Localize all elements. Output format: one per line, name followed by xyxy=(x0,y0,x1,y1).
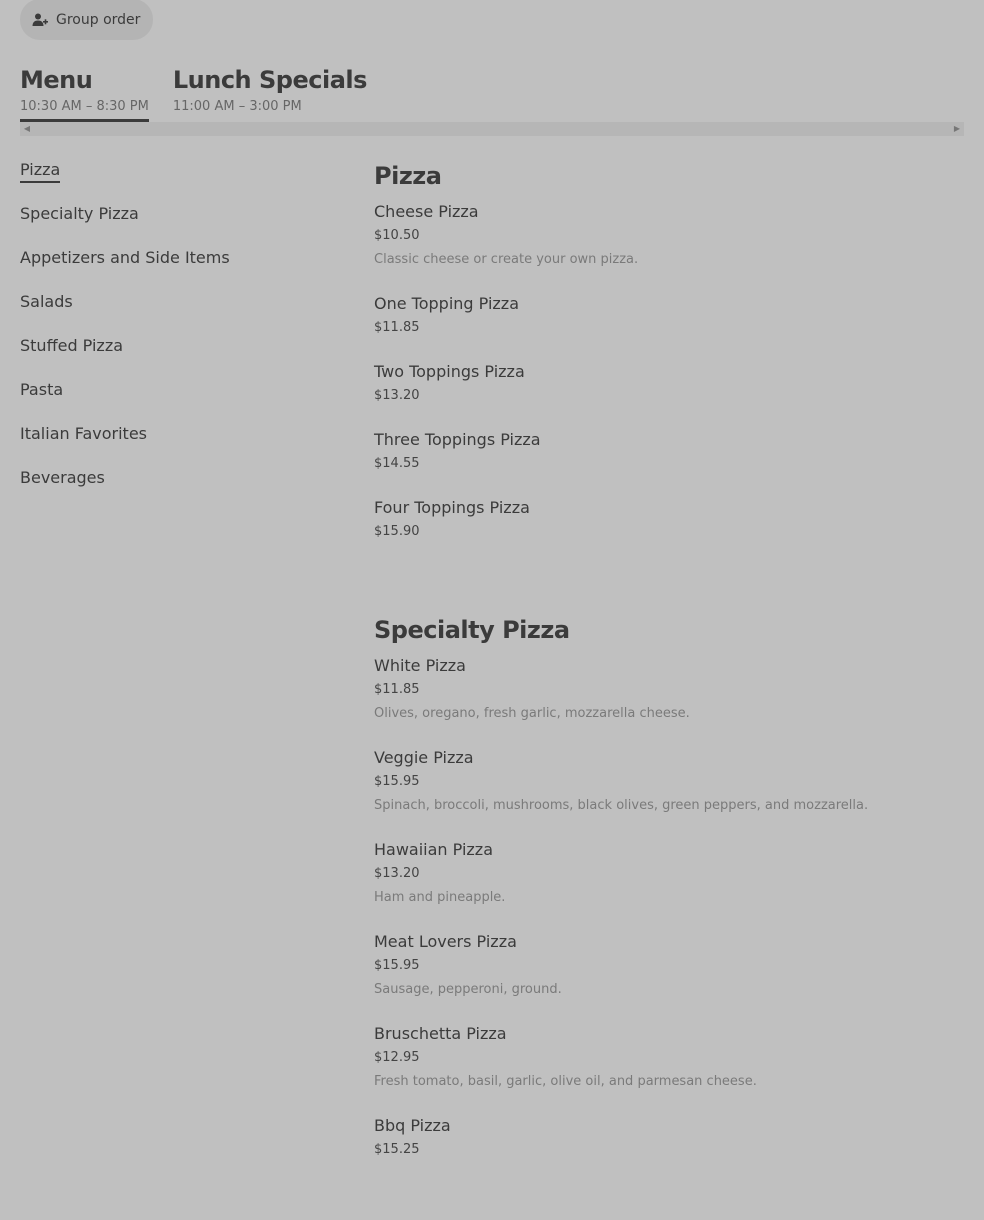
sidebar-item-salads[interactable]: Salads xyxy=(20,290,230,334)
menu-item-price: $14.55 xyxy=(374,456,420,471)
menu-item-description: Classic cheese or create your own pizza. xyxy=(374,252,639,267)
menu-tabs: Menu 10:30 AM – 8:30 PM Lunch Specials 1… xyxy=(20,64,391,123)
menu-item-name: Hawaiian Pizza xyxy=(374,840,493,859)
menu-item[interactable]: Cheese Pizza $10.50 Classic cheese or cr… xyxy=(374,202,964,268)
tab-hours: 10:30 AM – 8:30 PM xyxy=(20,99,149,114)
sidebar-item-pasta[interactable]: Pasta xyxy=(20,378,230,422)
sidebar-item-stuffed-pizza[interactable]: Stuffed Pizza xyxy=(20,334,230,378)
sidebar-item-label: Specialty Pizza xyxy=(20,204,139,223)
sidebar-item-appetizers[interactable]: Appetizers and Side Items xyxy=(20,246,230,290)
menu-item-price: $13.20 xyxy=(374,388,420,403)
sidebar-item-italian-favorites[interactable]: Italian Favorites xyxy=(20,422,230,466)
menu-item-name: Cheese Pizza xyxy=(374,202,479,221)
sidebar-item-label: Beverages xyxy=(20,468,105,487)
menu-item-name: Meat Lovers Pizza xyxy=(374,932,517,951)
tab-lunch-specials[interactable]: Lunch Specials 11:00 AM – 3:00 PM xyxy=(172,64,368,123)
menu-item-description: Spinach, broccoli, mushrooms, black oliv… xyxy=(374,798,869,813)
tab-menu[interactable]: Menu 10:30 AM – 8:30 PM xyxy=(20,64,149,123)
menu-item[interactable]: Four Toppings Pizza $15.90 xyxy=(374,498,964,540)
menu-item[interactable]: Bbq Pizza $15.25 xyxy=(374,1116,964,1158)
menu-item-price: $15.90 xyxy=(374,524,420,539)
menu-item-description: Ham and pineapple. xyxy=(374,890,506,905)
sidebar-item-label: Stuffed Pizza xyxy=(20,336,124,355)
menu-item-price: $15.95 xyxy=(374,958,420,973)
menu-item[interactable]: One Topping Pizza $11.85 xyxy=(374,294,964,336)
menu-item-price: $10.50 xyxy=(374,228,420,243)
menu-item-description: Olives, oregano, fresh garlic, mozzarell… xyxy=(374,706,690,721)
menu-item-price: $15.25 xyxy=(374,1142,420,1157)
add-person-icon xyxy=(32,12,48,28)
section-title: Specialty Pizza xyxy=(374,616,570,644)
tab-title: Lunch Specials xyxy=(172,66,368,94)
category-sidebar: Pizza Specialty Pizza Appetizers and Sid… xyxy=(20,158,230,510)
menu-item-price: $15.95 xyxy=(374,774,420,789)
menu-item-name: One Topping Pizza xyxy=(374,294,519,313)
menu-item-name: Bbq Pizza xyxy=(374,1116,451,1135)
scroll-left-icon[interactable]: ◀ xyxy=(20,122,34,136)
menu-item-name: Two Toppings Pizza xyxy=(374,362,525,381)
menu-item-price: $11.85 xyxy=(374,320,420,335)
group-order-label: Group order xyxy=(56,11,141,28)
menu-item[interactable]: Bruschetta Pizza $12.95 Fresh tomato, ba… xyxy=(374,1024,964,1090)
menu-item-name: Three Toppings Pizza xyxy=(374,430,541,449)
menu-item[interactable]: Three Toppings Pizza $14.55 xyxy=(374,430,964,472)
horizontal-scrollbar[interactable]: ◀ ▶ xyxy=(20,122,964,136)
sidebar-item-label: Appetizers and Side Items xyxy=(20,248,230,267)
tab-hours: 11:00 AM – 3:00 PM xyxy=(172,99,302,114)
menu-item-price: $13.20 xyxy=(374,866,420,881)
tab-title: Menu xyxy=(20,66,93,94)
menu-item[interactable]: Veggie Pizza $15.95 Spinach, broccoli, m… xyxy=(374,748,964,814)
menu-content: Pizza Cheese Pizza $10.50 Classic cheese… xyxy=(374,160,964,1198)
menu-item-description: Fresh tomato, basil, garlic, olive oil, … xyxy=(374,1074,757,1089)
menu-item-name: White Pizza xyxy=(374,656,466,675)
sidebar-item-label: Pizza xyxy=(20,160,61,183)
menu-item[interactable]: Meat Lovers Pizza $15.95 Sausage, pepper… xyxy=(374,932,964,998)
sidebar-item-pizza[interactable]: Pizza xyxy=(20,158,230,202)
menu-item[interactable]: White Pizza $11.85 Olives, oregano, fres… xyxy=(374,656,964,722)
menu-item[interactable]: Hawaiian Pizza $13.20 Ham and pineapple. xyxy=(374,840,964,906)
sidebar-item-label: Salads xyxy=(20,292,73,311)
sidebar-item-beverages[interactable]: Beverages xyxy=(20,466,230,510)
sidebar-item-label: Pasta xyxy=(20,380,64,399)
sidebar-item-label: Italian Favorites xyxy=(20,424,147,443)
menu-item-price: $12.95 xyxy=(374,1050,420,1065)
menu-item-name: Bruschetta Pizza xyxy=(374,1024,507,1043)
sidebar-item-specialty-pizza[interactable]: Specialty Pizza xyxy=(20,202,230,246)
menu-section-specialty-pizza: Specialty Pizza White Pizza $11.85 Olive… xyxy=(374,614,964,1158)
section-title: Pizza xyxy=(374,162,442,190)
group-order-button[interactable]: Group order xyxy=(20,0,153,40)
menu-item-price: $11.85 xyxy=(374,682,420,697)
menu-item-description: Sausage, pepperoni, ground. xyxy=(374,982,562,997)
menu-item[interactable]: Two Toppings Pizza $13.20 xyxy=(374,362,964,404)
menu-item-name: Four Toppings Pizza xyxy=(374,498,530,517)
menu-item-name: Veggie Pizza xyxy=(374,748,474,767)
menu-section-pizza: Pizza Cheese Pizza $10.50 Classic cheese… xyxy=(374,160,964,540)
scroll-right-icon[interactable]: ▶ xyxy=(950,122,964,136)
